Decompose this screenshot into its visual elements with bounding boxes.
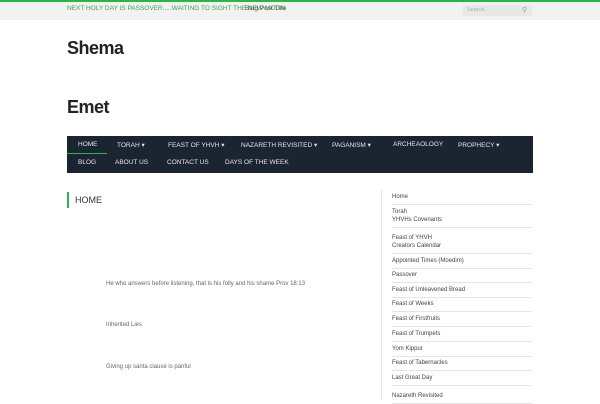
sidebar-item-label: YHVHs Covenants <box>392 217 443 223</box>
nav-label: BLOG <box>78 159 97 166</box>
sidebar-item[interactable]: Appointed Times (Moedim) <box>392 257 532 269</box>
sidebar-item-label: Home <box>392 194 409 200</box>
sidebar-item-label: Feast of Weeks <box>392 301 434 307</box>
sidebar-item[interactable]: Home <box>392 193 532 205</box>
nav-label: FEAST OF YHVH <box>168 142 220 149</box>
sidebar-item-label: Feast of Unleavened Bread <box>392 287 466 293</box>
sidebar-item[interactable]: Feast of Firstfruits <box>392 315 532 327</box>
blog-post-title-link[interactable]: Blog Post Title <box>245 5 287 12</box>
paragraph: He who answers before listening, that is… <box>106 281 306 287</box>
sidebar-item[interactable]: Yom Kippur <box>392 345 532 357</box>
sidebar-item[interactable]: Feast of Trumpets <box>392 330 532 342</box>
sidebar-item-label: Feast of YHVH <box>392 235 432 241</box>
sidebar-item-label: Torah <box>392 209 408 215</box>
chevron-down-icon: ▾ <box>312 142 318 149</box>
paragraph: Giving up santa clause is panful <box>106 364 191 370</box>
chevron-down-icon: ▾ <box>365 142 371 149</box>
sidebar-item[interactable]: Torah YHVHs Covenants <box>392 208 532 228</box>
main-nav: HOME TORAH ▾ FEAST OF YHVH ▾ NAZARETH REVIS… <box>67 136 533 173</box>
site-title-line1[interactable]: Shema <box>67 38 124 59</box>
sidebar-item-label: Feast of Firstfruits <box>392 316 441 322</box>
sidebar-item[interactable]: Nazareth Revisited <box>392 392 532 404</box>
sidebar-item[interactable]: Feast of Weeks <box>392 300 532 312</box>
sidebar-item-label: Nazareth Revisited <box>392 393 443 399</box>
chevron-down-icon: ▾ <box>219 142 225 149</box>
sidebar-item-label: Yom Kippur <box>392 346 423 352</box>
nav-item-contact-us[interactable]: CONTACT US <box>167 159 209 166</box>
nav-label: ARCHEAOLOGY <box>393 141 444 148</box>
nav-label: PAGANISM <box>332 142 366 149</box>
sidebar-item-label: Passover <box>392 272 418 278</box>
nav-item-feast-of-yhvh[interactable]: FEAST OF YHVH ▾ <box>168 141 225 149</box>
nav-item-torah[interactable]: TORAH ▾ <box>117 141 145 149</box>
site-title-line2[interactable]: Emet <box>67 97 110 118</box>
search-placeholder: Search... <box>467 7 490 13</box>
sidebar-item[interactable]: Feast of Unleavened Bread <box>392 286 532 298</box>
nav-item-days-of-the-week[interactable]: DAYS OF THE WEEK <box>225 159 289 166</box>
search-icon[interactable]: ⚲ <box>522 6 527 14</box>
search-input[interactable]: Search... ⚲ <box>463 5 532 16</box>
sidebar-item-label: Feast of Trumpets <box>392 331 441 337</box>
page-title: HOME <box>67 192 102 208</box>
sidebar-item-label: Appointed Times (Moedim) <box>392 258 464 264</box>
sidebar-item-label: Creators Calendar <box>392 243 442 249</box>
sidebar-item[interactable]: Feast of Tabernacles <box>392 359 532 371</box>
nav-label: PROPHECY <box>458 142 495 149</box>
sidebar-item[interactable]: Passover <box>392 271 532 283</box>
active-indicator <box>67 153 107 154</box>
nav-item-about-us[interactable]: ABOUT US <box>115 159 148 166</box>
nav-label: HOME <box>78 141 98 148</box>
sidebar-item-label: Feast of Tabernacles <box>392 360 448 366</box>
nav-label: TORAH <box>117 142 140 149</box>
nav-label: CONTACT US <box>167 159 209 166</box>
chevron-down-icon: ▾ <box>494 142 500 149</box>
sidebar-item[interactable]: Last Great Day <box>392 374 532 386</box>
nav-item-blog[interactable]: BLOG <box>78 159 96 166</box>
chevron-down-icon: ▾ <box>139 142 145 149</box>
nav-label: ABOUT US <box>115 159 149 166</box>
nav-item-home[interactable]: HOME <box>78 141 98 148</box>
nav-item-paganism[interactable]: PAGANISM ▾ <box>332 141 371 149</box>
nav-item-archeaology[interactable]: ARCHEAOLOGY <box>393 141 443 148</box>
sidebar-item[interactable]: Feast of YHVH Creators Calendar <box>392 234 532 254</box>
nav-label: DAYS OF THE WEEK <box>225 159 289 166</box>
nav-item-nazareth-revisited[interactable]: NAZARETH REVISITED ▾ <box>241 141 317 149</box>
nav-item-prophecy[interactable]: PROPHECY ▾ <box>458 141 499 149</box>
paragraph: Inherited Lies <box>106 322 143 328</box>
nav-label: NAZARETH REVISITED <box>241 142 313 149</box>
sidebar-divider <box>381 190 382 400</box>
sidebar-item-label: Last Great Day <box>392 375 433 381</box>
